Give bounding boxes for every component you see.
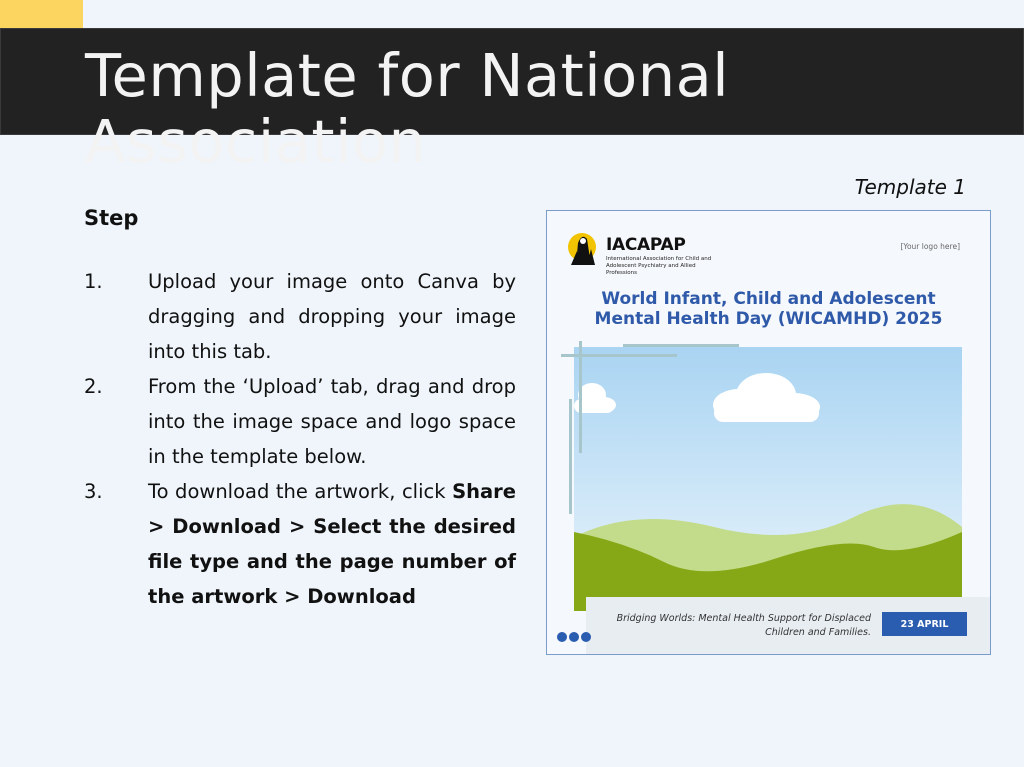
step-heading: Step: [84, 206, 139, 230]
template-title: World Infant, Child and Adolescent Menta…: [547, 289, 990, 329]
template-title-line1: World Infant, Child and Adolescent: [601, 289, 936, 309]
step-item: 3. To download the artwork, click Share …: [84, 474, 516, 614]
dot: [569, 632, 579, 642]
decor-line: [579, 341, 582, 453]
footer-theme: Bridging Worlds: Mental Health Support f…: [586, 612, 871, 640]
page-title-line2: Association: [85, 107, 427, 176]
iacapap-logo-icon: [568, 233, 596, 265]
template-footer: Bridging Worlds: Mental Health Support f…: [586, 597, 990, 654]
step-text: From the ‘Upload’ tab, drag and drop int…: [148, 375, 516, 468]
image-placeholder: [574, 347, 962, 611]
page-title-line1: Template for National: [85, 41, 730, 110]
step-text: Upload your image onto Canva by dragging…: [148, 270, 516, 363]
dots-decoration: [557, 632, 591, 642]
page-title: Template for National Association: [85, 43, 985, 175]
template-label: Template 1: [854, 175, 966, 199]
step-item: 2. From the ‘Upload’ tab, drag and drop …: [84, 369, 516, 474]
date-badge: 23 APRIL: [882, 612, 967, 636]
org-name: IACAPAP: [606, 235, 686, 255]
template-title-line2: Mental Health Day (WICAMHD) 2025: [594, 309, 943, 329]
step-list: 1. Upload your image onto Canva by dragg…: [84, 264, 516, 614]
template-preview: IACAPAP International Association for Ch…: [546, 210, 991, 655]
step-number: 3.: [84, 480, 103, 503]
logo-placeholder: [Your logo here]: [900, 242, 960, 251]
dot: [581, 632, 591, 642]
decor-line: [569, 399, 572, 514]
step-item: 1. Upload your image onto Canva by dragg…: [84, 264, 516, 369]
step-text: To download the artwork, click Share > D…: [148, 474, 516, 614]
step-number: 1.: [84, 270, 103, 293]
step-number: 2.: [84, 375, 103, 398]
footer-theme-line1: Bridging Worlds: Mental Health Support f…: [616, 613, 871, 624]
title-bar: Template for National Association: [0, 28, 1024, 175]
decor-line: [623, 344, 739, 347]
step-text-plain: To download the artwork, click: [148, 480, 453, 503]
org-subtitle: International Association for Child and …: [606, 256, 712, 276]
footer-theme-line2: Children and Families.: [765, 627, 871, 638]
dot: [557, 632, 567, 642]
